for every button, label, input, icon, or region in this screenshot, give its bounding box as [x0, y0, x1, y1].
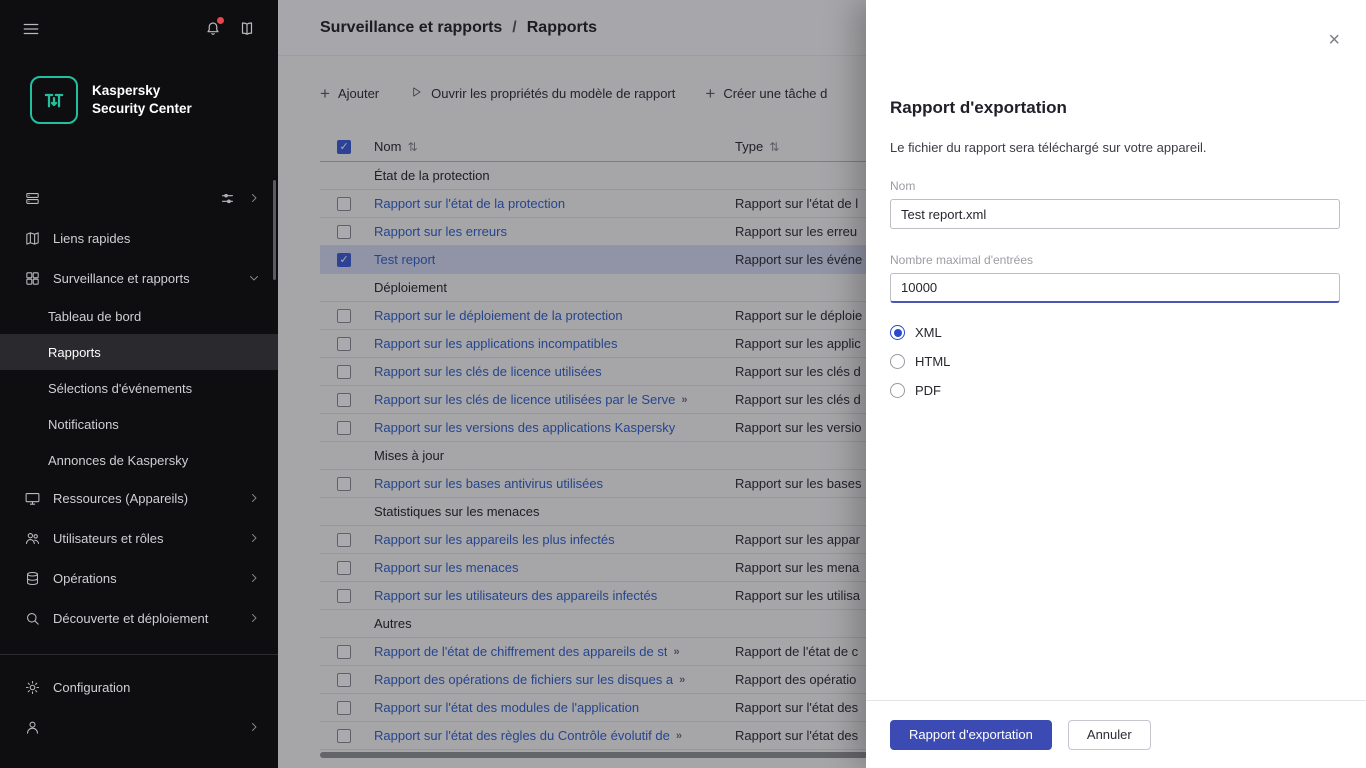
name-input[interactable]	[890, 199, 1340, 229]
sidebar-item-server[interactable]	[0, 178, 278, 218]
close-icon[interactable]: ×	[1328, 30, 1340, 50]
name-label: Nom	[890, 179, 916, 193]
chevron-down-icon	[248, 272, 260, 284]
sidebar-item-label: Ressources (Appareils)	[53, 490, 189, 506]
sidebar-item-label: Notifications	[48, 416, 119, 432]
sidebar-item-decouverte[interactable]: Découverte et déploiement	[0, 598, 278, 638]
notification-badge	[217, 17, 224, 24]
format-option-html[interactable]: HTML	[890, 354, 1340, 369]
gear-icon	[24, 679, 41, 696]
sidebar-item-notifications[interactable]: Notifications	[0, 406, 278, 442]
chevron-right-icon	[248, 721, 260, 733]
panel-footer: Rapport d'exportation Annuler	[866, 700, 1366, 768]
server-icon	[24, 190, 41, 207]
cancel-button[interactable]: Annuler	[1067, 719, 1151, 750]
search-icon	[24, 610, 41, 627]
sidebar: Kaspersky Security Center Liens rapides …	[0, 0, 278, 768]
radio-icon[interactable]	[890, 383, 905, 398]
radio-icon[interactable]	[890, 354, 905, 369]
sidebar-divider	[0, 654, 278, 655]
sidebar-item-liens-rapides[interactable]: Liens rapides	[0, 218, 278, 258]
sidebar-item-configuration[interactable]: Configuration	[0, 667, 278, 707]
format-option-xml[interactable]: XML	[890, 325, 1340, 340]
chevron-right-icon	[248, 192, 260, 204]
format-option-pdf[interactable]: PDF	[890, 383, 1340, 398]
bell-icon[interactable]	[204, 17, 224, 38]
sidebar-item-label: Annonces de Kaspersky	[48, 452, 189, 468]
sidebar-item-label: Utilisateurs et rôles	[53, 530, 164, 546]
sidebar-item-utilisateurs[interactable]: Utilisateurs et rôles	[0, 518, 278, 558]
map-icon	[24, 230, 41, 247]
sliders-icon[interactable]	[219, 190, 236, 207]
sidebar-item-label: Liens rapides	[53, 230, 131, 246]
app-root: Kaspersky Security Center Liens rapides …	[0, 0, 1366, 768]
kaspersky-logo-icon	[30, 76, 78, 124]
sidebar-item-ressources[interactable]: Ressources (Appareils)	[0, 478, 278, 518]
sidebar-item-label: Rapports	[48, 344, 101, 360]
sidebar-item-label: Découverte et déploiement	[53, 610, 209, 626]
sidebar-top-bar	[0, 0, 278, 38]
sidebar-item-label: Configuration	[53, 679, 131, 695]
export-panel: × Rapport d'exportation Le fichier du ra…	[866, 0, 1366, 768]
app-logo: Kaspersky Security Center	[30, 76, 278, 124]
sidebar-item-label: Opérations	[53, 570, 117, 586]
sidebar-item-operations[interactable]: Opérations	[0, 558, 278, 598]
radio-icon[interactable]	[890, 325, 905, 340]
chevron-right-icon	[248, 612, 260, 624]
chevron-right-icon	[248, 572, 260, 584]
sidebar-item-rapports[interactable]: Rapports	[0, 334, 278, 370]
grid-icon	[24, 270, 41, 287]
sidebar-item-user[interactable]	[0, 707, 278, 747]
sidebar-item-selections-evenements[interactable]: Sélections d'événements	[0, 370, 278, 406]
menu-icon[interactable]	[22, 20, 40, 38]
users-icon	[24, 530, 41, 547]
sidebar-nav: Liens rapides Surveillance et rapports T…	[0, 178, 278, 747]
book-icon[interactable]	[238, 20, 256, 38]
chevron-right-icon	[248, 492, 260, 504]
sidebar-item-label: Sélections d'événements	[48, 380, 193, 396]
chevron-right-icon	[248, 532, 260, 544]
panel-description: Le fichier du rapport sera téléchargé su…	[890, 140, 1207, 155]
user-icon	[24, 719, 41, 736]
monitor-icon	[24, 490, 41, 507]
sidebar-scrollbar[interactable]	[273, 180, 276, 280]
sidebar-item-surveillance[interactable]: Surveillance et rapports	[0, 258, 278, 298]
export-button[interactable]: Rapport d'exportation	[890, 719, 1052, 750]
sidebar-item-tableau-de-bord[interactable]: Tableau de bord	[0, 298, 278, 334]
max-entries-label: Nombre maximal d'entrées	[890, 253, 1034, 267]
panel-title: Rapport d'exportation	[890, 98, 1067, 117]
sidebar-item-annonces[interactable]: Annonces de Kaspersky	[0, 442, 278, 478]
database-icon	[24, 570, 41, 587]
sidebar-item-label: Tableau de bord	[48, 308, 142, 324]
max-entries-input[interactable]	[890, 273, 1340, 303]
logo-text: Kaspersky Security Center	[92, 83, 192, 116]
sidebar-item-label: Surveillance et rapports	[53, 270, 190, 286]
